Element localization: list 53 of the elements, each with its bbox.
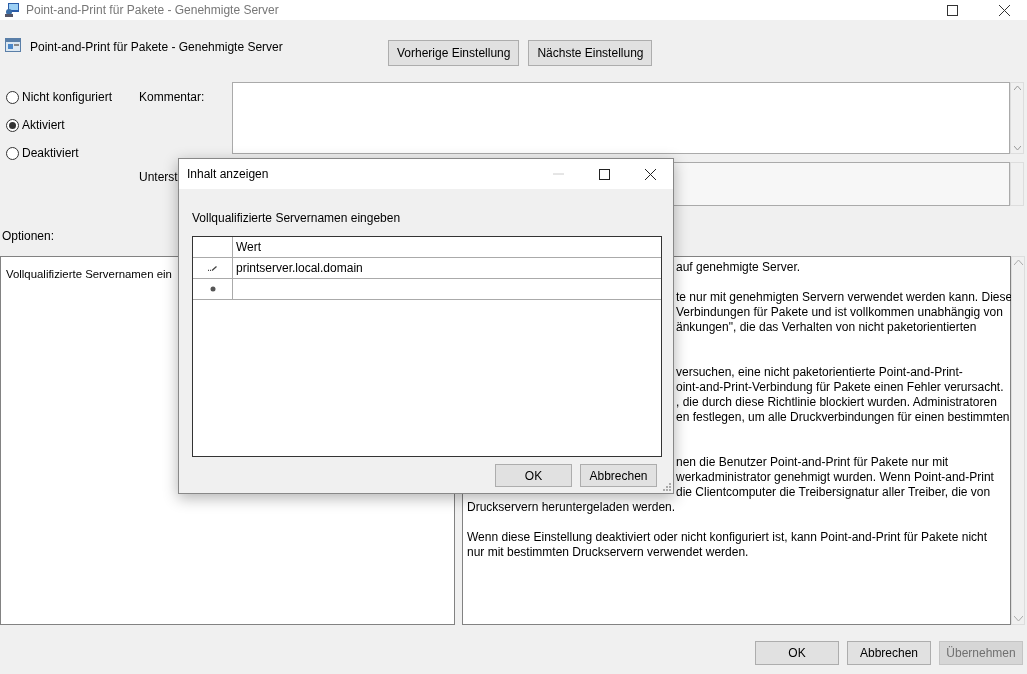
radio-label[interactable]: Nicht konfiguriert: [22, 88, 113, 106]
cancel-button[interactable]: Abbrechen: [847, 641, 931, 665]
supported-label: Unterst: [139, 170, 178, 184]
scroll-down-icon[interactable]: [1013, 616, 1023, 621]
options-text: Vollqualifizierte Servernamen ein: [6, 268, 172, 280]
dialog-prompt: Vollqualifizierte Servernamen eingeben: [192, 211, 401, 225]
help-text-line: nen die Benutzer Point-and-Print für Pakete nur mit: [676, 455, 949, 469]
computer-icon: [4, 2, 20, 18]
help-text-line: Verbindungen für Pakete und ist vollkommen unabhängig von: [676, 305, 1003, 319]
previous-setting-button[interactable]: Vorherige Einstellung: [388, 40, 520, 66]
radio-label[interactable]: Aktiviert: [22, 116, 65, 134]
maximize-icon: [598, 168, 610, 180]
scroll-down-icon[interactable]: [1013, 146, 1021, 150]
help-text-line: oint-and-Print-Verbindung für Pakete einen Fehler verursacht.: [676, 380, 1004, 394]
radio-button[interactable]: [6, 90, 19, 104]
radio-label[interactable]: Deaktiviert: [22, 144, 79, 162]
pencil-icon: [208, 265, 217, 271]
table-cell-text: printserver.local.domain: [235, 260, 364, 277]
scrollbar[interactable]: [1010, 162, 1024, 206]
ok-button[interactable]: OK: [495, 464, 572, 487]
help-text-line: die Clientcomputer die Treibersignatur aller Treiber, die von: [676, 485, 991, 499]
maximize-icon: [946, 4, 958, 16]
help-text-line: änkungen", die das Verhalten von nicht paketorientierten: [676, 320, 977, 334]
scrollbar[interactable]: [1011, 256, 1025, 625]
help-text-line: Druckservern heruntergeladen werden.: [467, 500, 676, 514]
new-row-icon: [209, 286, 216, 292]
comment-field[interactable]: [232, 82, 1010, 154]
cancel-button[interactable]: Abbrechen: [580, 464, 657, 487]
policy-title: Point-and-Print für Pakete - Genehmigte Server: [30, 39, 284, 56]
column-header: Wert: [235, 239, 263, 256]
scrollbar[interactable]: [1010, 82, 1024, 154]
dialog-title: Inhalt anzeigen: [187, 166, 270, 183]
help-text-line: nur mit bestimmten Druckservern verwendet werden.: [467, 545, 749, 559]
radio-button[interactable]: [6, 118, 19, 132]
resize-grip-icon[interactable]: [662, 482, 671, 491]
ok-button[interactable]: OK: [755, 641, 839, 665]
window-title: Point-and-Print für Pakete - Genehmigte Server: [26, 2, 279, 19]
help-text-line: werkadministrator genehmigt wurden. Wenn Point-and-Print: [676, 470, 994, 484]
radio-button[interactable]: [6, 146, 19, 160]
options-label: Optionen:: [2, 229, 55, 243]
help-text-line: , die durch diese Richtlinie blockiert wurden. Administratoren: [676, 395, 997, 409]
close-icon: [644, 168, 656, 180]
help-text-line: Wenn diese Einstellung deaktiviert oder nicht konfiguriert ist, kann Point-and-Print für Pakete nicht: [467, 530, 988, 544]
help-text-line: en festlegen, um alle Druckverbindungen für einen bestimmten: [676, 410, 1010, 424]
scroll-up-icon[interactable]: [1013, 260, 1023, 265]
scroll-up-icon[interactable]: [1013, 86, 1021, 90]
comment-label: Kommentar:: [139, 90, 205, 104]
settings-window-icon: [5, 37, 21, 53]
next-setting-button[interactable]: Nächste Einstellung: [528, 40, 653, 66]
help-text-line: te nur mit genehmigten Servern verwendet werden kann. Diese: [676, 290, 1013, 304]
help-text-line: versuchen, eine nicht paketorientierte Point-and-Print-: [676, 365, 963, 379]
help-text-line: auf genehmigte Server.: [676, 260, 801, 274]
close-icon: [998, 4, 1010, 16]
